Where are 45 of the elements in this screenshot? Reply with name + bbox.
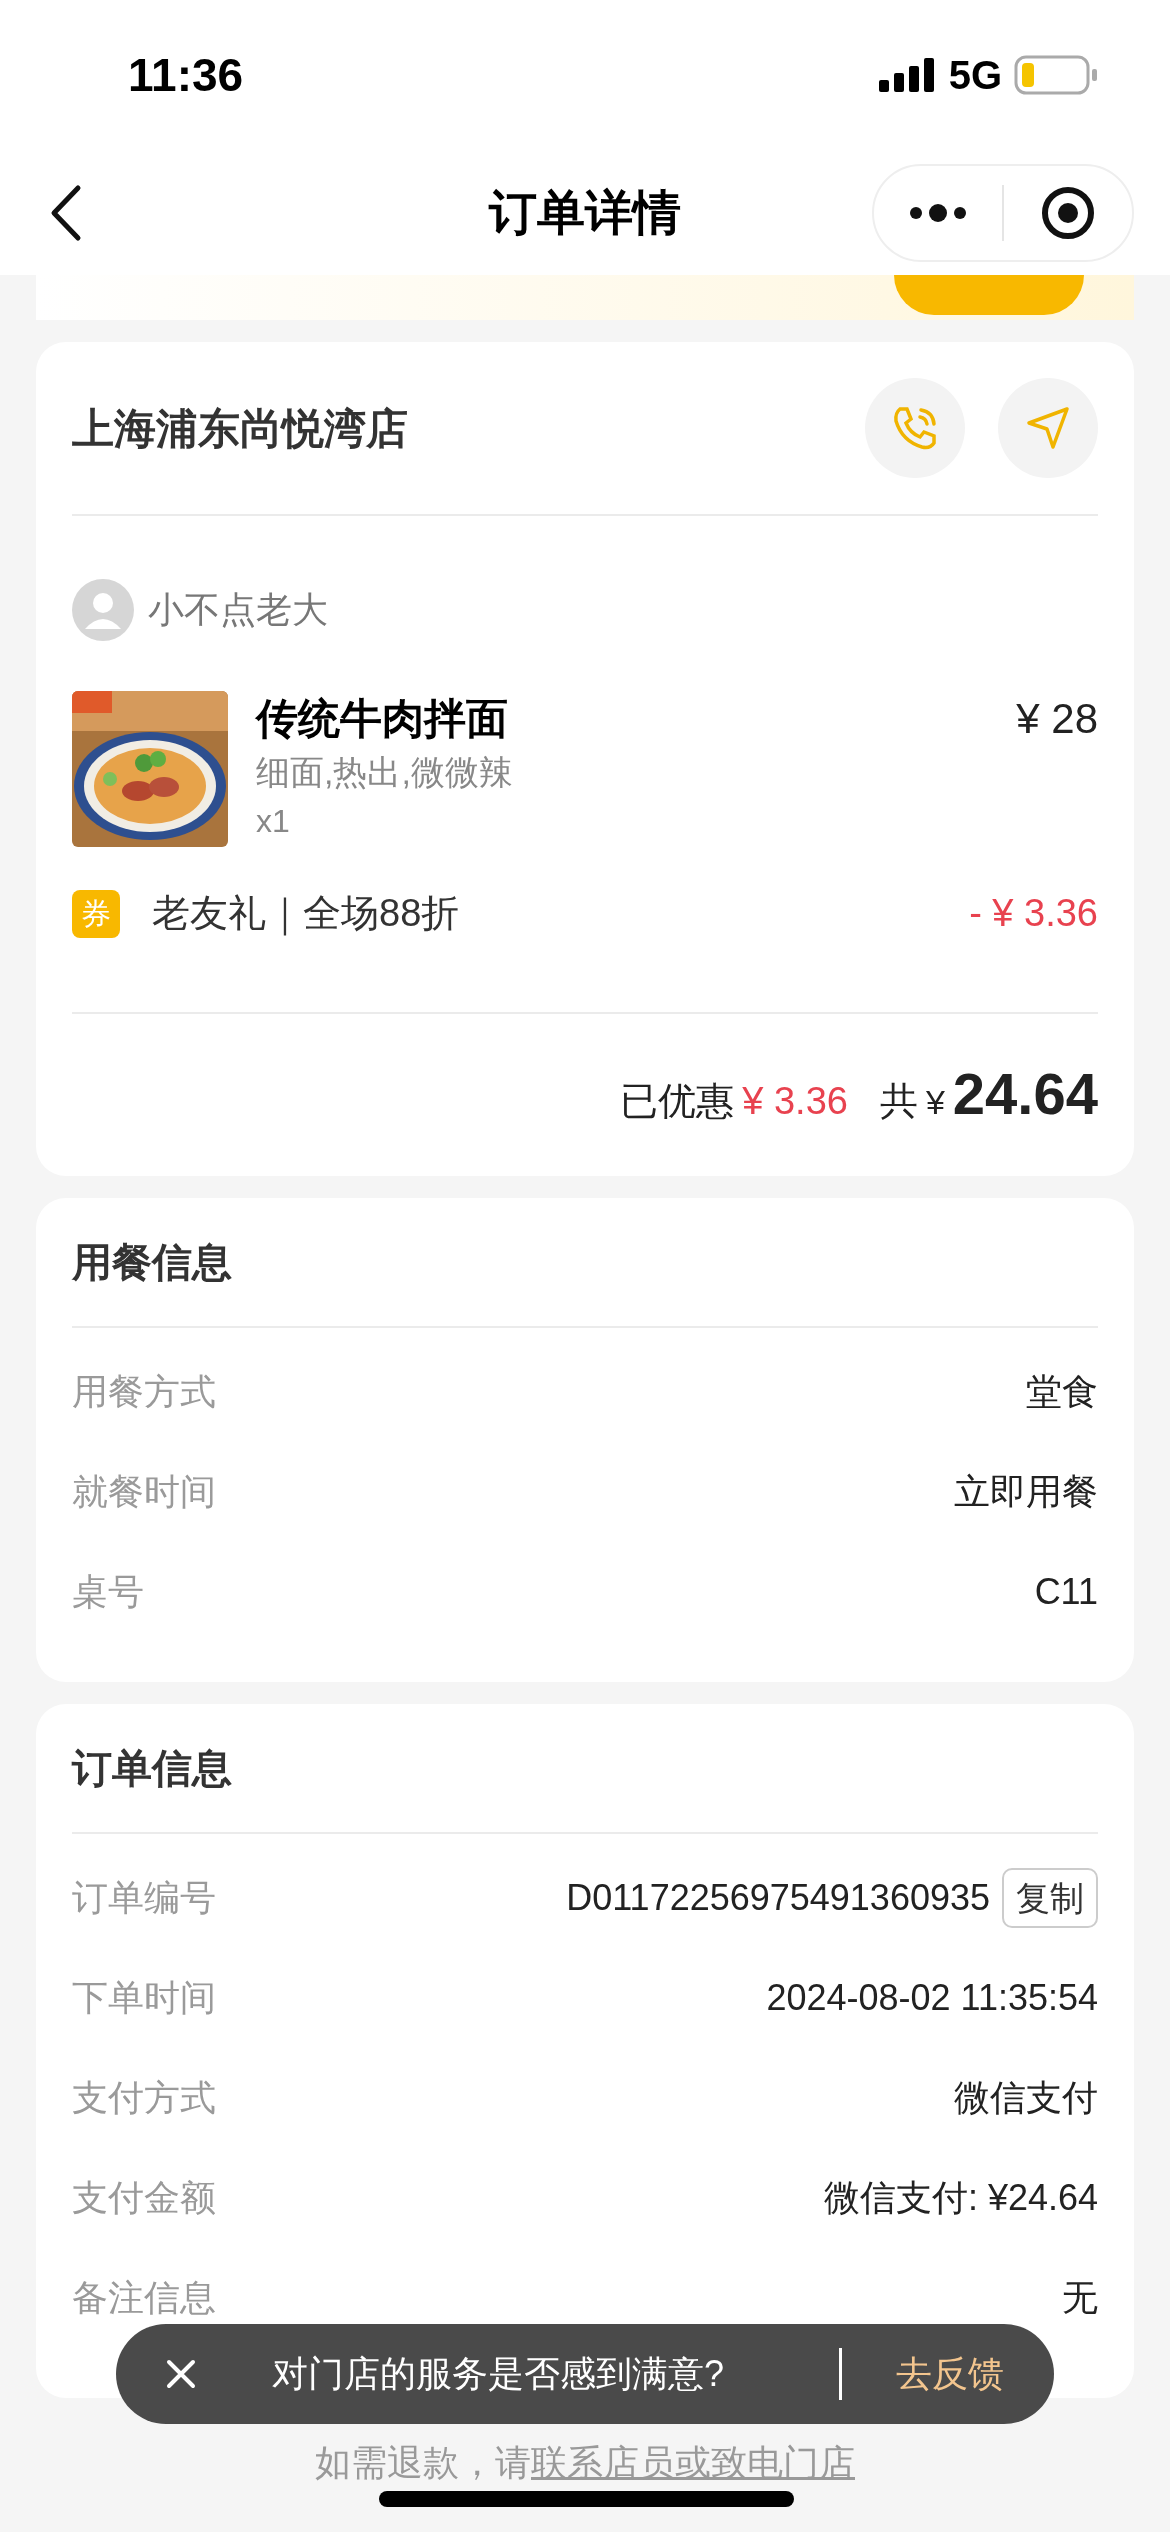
dish-quantity: x1 [256,802,291,841]
discount-amount: ¥ 3.36 [742,1079,848,1124]
row-value: D01172256975491360935 [566,1876,990,1920]
avatar-icon [72,579,134,641]
coupon-badge: 券 [72,889,120,938]
dish-price: ¥ 28 [1016,694,1098,744]
discount-label: 已优惠 [620,1079,735,1124]
row-value: 2024-08-02 11:35:54 [766,1976,1098,2020]
more-icon[interactable] [908,202,968,223]
total-label: 共 [879,1079,918,1124]
close-icon[interactable] [166,2359,196,2389]
currency-symbol: ¥ [925,1082,945,1123]
section-title: 订单信息 [72,1745,232,1792]
refund-note: 如需退款，请联系店员或致电门店 [315,2441,855,2485]
row-label: 用餐方式 [72,1370,216,1414]
row-label: 支付方式 [72,2076,216,2120]
coupon-label: 老友礼｜全场88折 [152,891,460,938]
row-label: 支付金额 [72,2176,216,2220]
feedback-button[interactable]: 去反馈 [896,2347,1004,2401]
store-name: 上海浦东尚悦湾店 [72,403,408,454]
coupon-amount: - ¥ 3.36 [969,891,1098,936]
battery-icon [1014,55,1098,95]
row-value: C11 [1034,1570,1098,1614]
row-label: 订单编号 [72,1876,216,1920]
close-target-icon[interactable] [1041,185,1095,240]
row-value: 无 [1062,2276,1098,2320]
dish-options: 细面,热出,微微辣 [256,747,1098,797]
row-label: 就餐时间 [72,1470,216,1514]
row-label: 备注信息 [72,2276,216,2320]
row-label: 桌号 [72,1570,144,1614]
status-time: 11:36 [128,47,244,103]
row-value: 微信支付 [954,2076,1098,2120]
row-label: 下单时间 [72,1976,216,2020]
signal-icon [878,58,937,92]
page-title: 订单详情 [489,184,681,241]
row-value: 堂食 [1026,1370,1098,1414]
dish-name: 传统牛肉拌面 [256,694,508,744]
section-title: 用餐信息 [72,1239,232,1286]
user-name: 小不点老大 [148,588,328,632]
copy-button[interactable]: 复制 [1002,1868,1098,1928]
row-value: 微信支付: ¥24.64 [823,2176,1098,2220]
total-amount: 24.64 [952,1060,1098,1128]
row-value: 立即用餐 [954,1470,1098,1514]
network-label: 5G [948,52,1002,99]
toast-message: 对门店的服务是否感到满意? [272,2352,725,2396]
